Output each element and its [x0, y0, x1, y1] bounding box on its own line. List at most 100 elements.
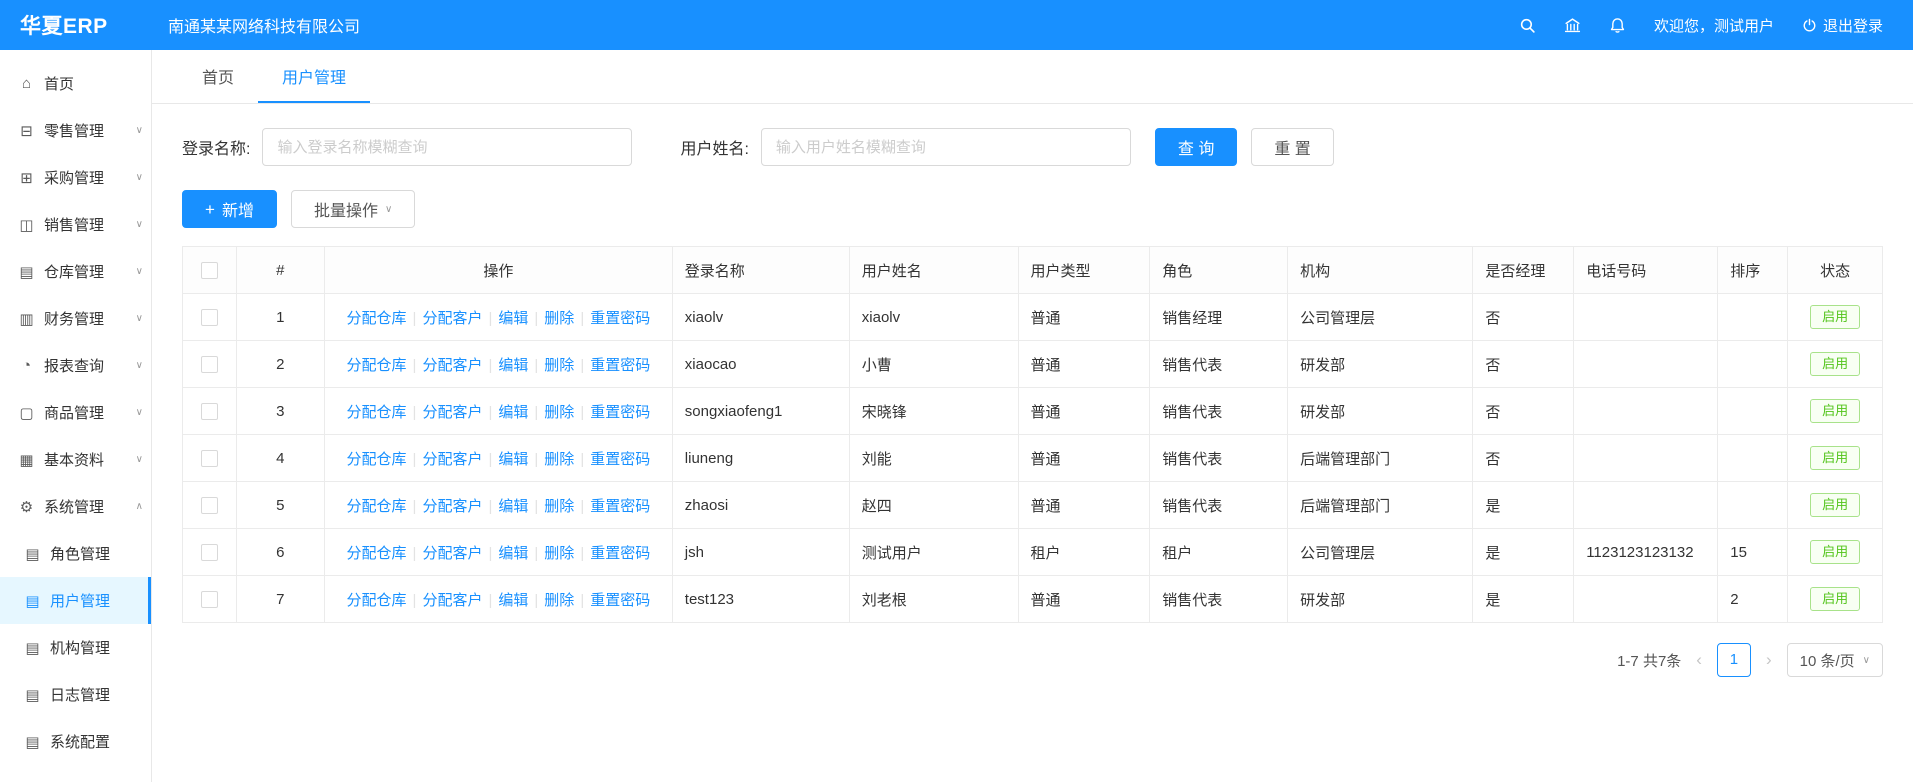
sidebar-item-label: 机构管理 — [50, 637, 110, 658]
search-button[interactable]: 查 询 — [1155, 128, 1237, 166]
operation-delete-link[interactable]: 删除 — [544, 592, 574, 609]
operation-edit-link[interactable]: 编辑 — [498, 404, 528, 421]
operation-assign-customer-link[interactable]: 分配客户 — [422, 592, 482, 609]
bank-icon[interactable] — [1564, 17, 1581, 34]
sidebar-item-report[interactable]: ◔报表查询∨ — [0, 342, 151, 389]
operation-delete-link[interactable]: 删除 — [544, 451, 574, 468]
sidebar-item-label: 零售管理 — [44, 120, 104, 141]
operation-assign-customer-link[interactable]: 分配客户 — [422, 498, 482, 515]
operation-assign-customer-link[interactable]: 分配客户 — [422, 404, 482, 421]
status-badge: 启用 — [1810, 399, 1860, 424]
operation-assign-warehouse-link[interactable]: 分配仓库 — [347, 357, 407, 374]
operation-reset-password-link[interactable]: 重置密码 — [590, 357, 650, 374]
cell-status: 启用 — [1788, 294, 1883, 341]
operation-assign-customer-link[interactable]: 分配客户 — [422, 451, 482, 468]
operation-assign-warehouse-link[interactable]: 分配仓库 — [347, 310, 407, 327]
login-name-input[interactable] — [262, 128, 632, 166]
sidebar-item-config[interactable]: ▤系统配置 — [0, 718, 151, 765]
column-header-4: 用户姓名 — [849, 247, 1018, 294]
sidebar-item-system[interactable]: ⚙系统管理∧ — [0, 483, 151, 530]
sidebar-item-user[interactable]: ▤用户管理 — [0, 577, 151, 624]
status-badge: 启用 — [1810, 305, 1860, 330]
search-icon[interactable] — [1519, 17, 1536, 34]
user-name-input[interactable] — [761, 128, 1131, 166]
row-checkbox[interactable] — [201, 497, 218, 514]
row-checkbox[interactable] — [201, 450, 218, 467]
tab-home[interactable]: 首页 — [178, 50, 258, 103]
operation-edit-link[interactable]: 编辑 — [498, 545, 528, 562]
sidebar-item-label: 角色管理 — [50, 543, 110, 564]
operation-separator: | — [488, 310, 492, 327]
next-page-button[interactable]: › — [1763, 650, 1775, 670]
page-number-1[interactable]: 1 — [1717, 643, 1751, 677]
operation-separator: | — [413, 545, 417, 562]
sidebar-item-purchase[interactable]: ⊞采购管理∨ — [0, 154, 151, 201]
reset-button[interactable]: 重 置 — [1251, 128, 1333, 166]
sidebar-item-goods[interactable]: ▢商品管理∨ — [0, 389, 151, 436]
operation-assign-warehouse-link[interactable]: 分配仓库 — [347, 451, 407, 468]
sidebar-item-org[interactable]: ▤机构管理 — [0, 624, 151, 671]
operation-edit-link[interactable]: 编辑 — [498, 357, 528, 374]
sidebar-item-retail[interactable]: ⊟零售管理∨ — [0, 107, 151, 154]
operation-reset-password-link[interactable]: 重置密码 — [590, 592, 650, 609]
page-size-select[interactable]: 10 条/页 ∨ — [1787, 643, 1883, 677]
sidebar-item-label: 系统管理 — [44, 496, 104, 517]
operation-reset-password-link[interactable]: 重置密码 — [590, 451, 650, 468]
sidebar-item-basic[interactable]: ▦基本资料∨ — [0, 436, 151, 483]
tab-user-manage[interactable]: 用户管理 — [258, 50, 370, 103]
cell-sort — [1718, 482, 1788, 529]
sidebar-item-warehouse[interactable]: ▤仓库管理∨ — [0, 248, 151, 295]
select-all-checkbox[interactable] — [201, 262, 218, 279]
chevron-down-icon: ∨ — [385, 204, 392, 215]
operation-edit-link[interactable]: 编辑 — [498, 451, 528, 468]
operation-assign-customer-link[interactable]: 分配客户 — [422, 545, 482, 562]
operation-reset-password-link[interactable]: 重置密码 — [590, 310, 650, 327]
row-checkbox[interactable] — [201, 309, 218, 326]
logout-button[interactable]: 退出登录 — [1802, 15, 1883, 36]
cell-phone: 1123123123132 — [1574, 529, 1718, 576]
operation-assign-warehouse-link[interactable]: 分配仓库 — [347, 592, 407, 609]
batch-operations-button[interactable]: 批量操作 ∨ — [291, 190, 415, 228]
operation-delete-link[interactable]: 删除 — [544, 545, 574, 562]
row-checkbox[interactable] — [201, 356, 218, 373]
operation-reset-password-link[interactable]: 重置密码 — [590, 545, 650, 562]
sidebar-item-log[interactable]: ▤日志管理 — [0, 671, 151, 718]
table-head: #操作登录名称用户姓名用户类型角色机构是否经理电话号码排序状态 — [183, 247, 1883, 294]
row-checkbox[interactable] — [201, 544, 218, 561]
bell-icon[interactable] — [1609, 17, 1626, 34]
operation-delete-link[interactable]: 删除 — [544, 404, 574, 421]
cell-user-name: 刘能 — [849, 435, 1018, 482]
cell-is-manager: 是 — [1473, 529, 1574, 576]
operation-delete-link[interactable]: 删除 — [544, 498, 574, 515]
cell-user-type: 普通 — [1018, 482, 1150, 529]
operation-edit-link[interactable]: 编辑 — [498, 592, 528, 609]
sidebar-item-home[interactable]: ⌂首页 — [0, 60, 151, 107]
sidebar-item-sales[interactable]: ◫销售管理∨ — [0, 201, 151, 248]
user-name-label: 用户姓名: — [680, 135, 748, 159]
operation-assign-warehouse-link[interactable]: 分配仓库 — [347, 498, 407, 515]
row-checkbox[interactable] — [201, 591, 218, 608]
operation-separator: | — [488, 357, 492, 374]
row-checkbox[interactable] — [201, 403, 218, 420]
operation-assign-customer-link[interactable]: 分配客户 — [422, 357, 482, 374]
sidebar-item-role[interactable]: ▤角色管理 — [0, 530, 151, 577]
sidebar-item-finance[interactable]: ▥财务管理∨ — [0, 295, 151, 342]
system-icon: ⚙ — [18, 498, 35, 516]
operation-edit-link[interactable]: 编辑 — [498, 310, 528, 327]
operation-separator: | — [488, 404, 492, 421]
operation-assign-warehouse-link[interactable]: 分配仓库 — [347, 404, 407, 421]
operation-separator: | — [580, 357, 584, 374]
row-checkbox-cell — [183, 482, 237, 529]
add-button[interactable]: + 新增 — [182, 190, 277, 228]
operation-separator: | — [488, 451, 492, 468]
operation-assign-warehouse-link[interactable]: 分配仓库 — [347, 545, 407, 562]
operation-delete-link[interactable]: 删除 — [544, 357, 574, 374]
operation-assign-customer-link[interactable]: 分配客户 — [422, 310, 482, 327]
operation-reset-password-link[interactable]: 重置密码 — [590, 498, 650, 515]
operation-delete-link[interactable]: 删除 — [544, 310, 574, 327]
operation-reset-password-link[interactable]: 重置密码 — [590, 404, 650, 421]
prev-page-button[interactable]: ‹ — [1693, 650, 1705, 670]
operation-edit-link[interactable]: 编辑 — [498, 498, 528, 515]
logout-icon — [1802, 18, 1817, 33]
operation-separator: | — [488, 545, 492, 562]
